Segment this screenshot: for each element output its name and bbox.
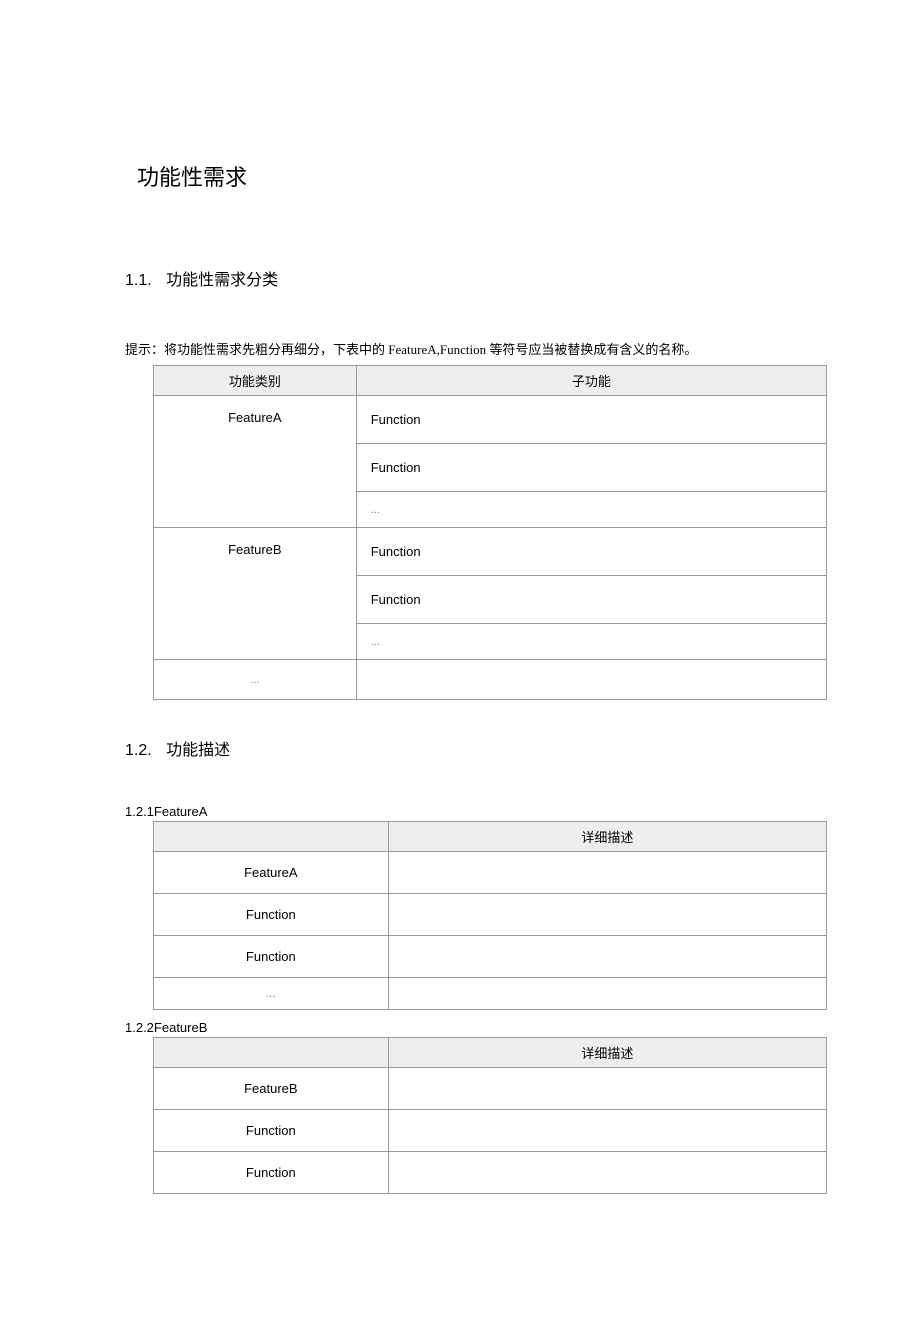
desc-cell [388,978,826,1010]
table-row: Function [154,936,827,978]
table-row: 详细描述 [154,1038,827,1068]
desc-cell [388,1068,826,1110]
function-cell [356,660,826,700]
section-1-num: 1.1. [125,272,152,289]
subsection-2-num: 1.2.2 [125,1020,154,1035]
function-cell: ... [356,492,826,528]
feature-cell: FeatureA [154,396,357,528]
label-cell: FeatureA [154,852,389,894]
table-row: FeatureB Function [154,528,827,576]
subsection-2-title: FeatureB [154,1020,207,1035]
table-row: ... [154,660,827,700]
table-row: FeatureB [154,1068,827,1110]
table-row: Function [154,894,827,936]
function-cell: Function [356,576,826,624]
table-header-subfunction: 子功能 [356,366,826,396]
table-header-blank [154,822,389,852]
section-2-label: 功能描述 [166,742,230,759]
function-cell: ... [356,624,826,660]
function-cell: Function [356,444,826,492]
desc-cell [388,852,826,894]
section-1-para: 提示：将功能性需求先粗分再细分，下表中的 FeatureA,Function 等… [125,334,795,365]
table-feature-b-detail: 详细描述 FeatureB Function Function [153,1037,827,1194]
label-cell: Function [154,1152,389,1194]
table-feature-a-detail: 详细描述 FeatureA Function Function ... [153,821,827,1010]
table-row: FeatureA [154,852,827,894]
subsection-1-heading: 1.2.1FeatureA [125,804,795,819]
table-row: Function [154,1110,827,1152]
section-2-num: 1.2. [125,742,152,759]
section-1-heading: 1.1. 功能性需求分类 [125,266,795,290]
table-row: ... [154,978,827,1010]
feature-cell: FeatureB [154,528,357,660]
desc-cell [388,894,826,936]
section-1-label: 功能性需求分类 [166,272,278,289]
desc-cell [388,936,826,978]
label-cell: Function [154,894,389,936]
section-2-heading: 1.2. 功能描述 [125,736,795,760]
label-cell: Function [154,936,389,978]
table-header-detail: 详细描述 [388,1038,826,1068]
label-cell: ... [154,978,389,1010]
subsection-1-title: FeatureA [154,804,207,819]
table-feature-classification: 功能类别 子功能 FeatureA Function Function ... … [153,365,827,700]
desc-cell [388,1152,826,1194]
table-header-category: 功能类别 [154,366,357,396]
table-row: Function [154,1152,827,1194]
desc-cell [388,1110,826,1152]
subsection-2-heading: 1.2.2FeatureB [125,1020,795,1035]
table-row: 详细描述 [154,822,827,852]
page-title: 功能性需求 [137,160,795,192]
feature-cell: ... [154,660,357,700]
table-row: 功能类别 子功能 [154,366,827,396]
function-cell: Function [356,396,826,444]
table-header-blank [154,1038,389,1068]
subsection-1-num: 1.2.1 [125,804,154,819]
function-cell: Function [356,528,826,576]
label-cell: FeatureB [154,1068,389,1110]
table-header-detail: 详细描述 [388,822,826,852]
table-row: FeatureA Function [154,396,827,444]
label-cell: Function [154,1110,389,1152]
